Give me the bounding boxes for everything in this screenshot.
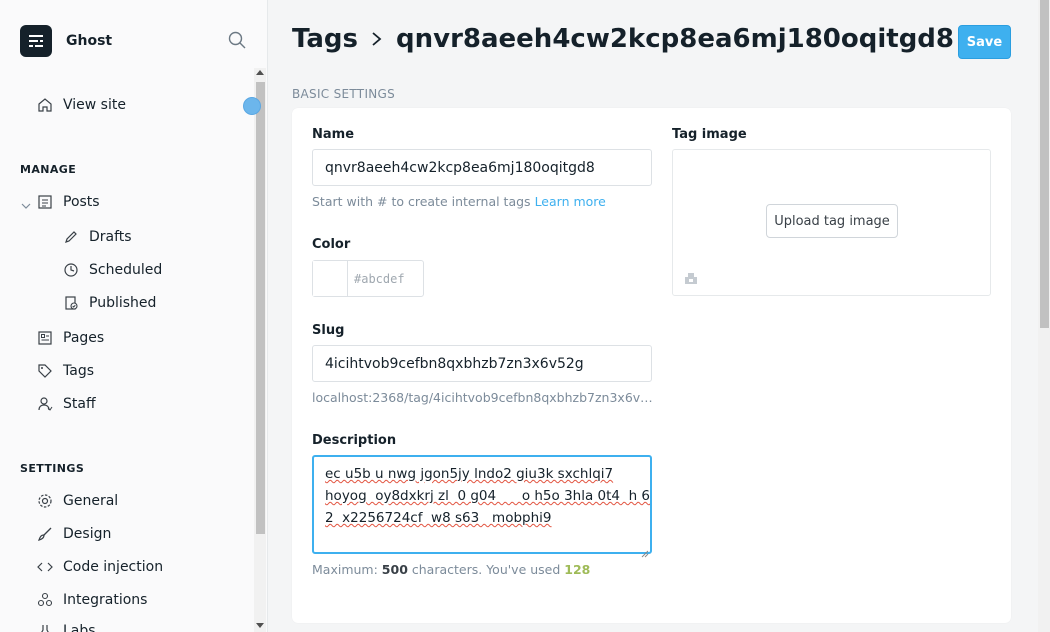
tag-image-label: Tag image xyxy=(672,127,747,142)
pages-icon xyxy=(36,329,54,347)
sidebar-item-posts[interactable]: Posts xyxy=(36,193,100,211)
name-label: Name xyxy=(312,127,355,142)
code-icon xyxy=(36,558,54,576)
sidebar-item-label: Scheduled xyxy=(89,262,163,278)
description-label: Description xyxy=(312,433,397,448)
sidebar-item-label: Tags xyxy=(63,363,94,379)
sidebar-item-integrations[interactable]: Integrations xyxy=(36,591,147,609)
description-counter: Maximum: 500 characters. You've used 128 xyxy=(312,562,590,577)
name-hint-text: Start with # to create internal tags xyxy=(312,194,531,209)
staff-icon xyxy=(36,395,54,413)
clock-icon xyxy=(62,261,80,279)
settings-section-label: SETTINGS xyxy=(20,462,85,475)
description-textarea[interactable]: ec u5b u nwg jgon5jy lndo2 giu3k sxchlqi… xyxy=(312,455,652,558)
sidebar-item-label: Staff xyxy=(63,396,96,412)
sidebar-item-label: Integrations xyxy=(63,592,148,608)
learn-more-link[interactable]: Learn more xyxy=(535,194,606,209)
sidebar-item-label: General xyxy=(63,493,119,509)
gear-icon xyxy=(36,492,54,510)
ghost-logo-icon xyxy=(20,25,52,57)
sidebar-item-label: Design xyxy=(63,526,112,542)
pencil-icon xyxy=(62,228,80,246)
sidebar-item-label: Code injection xyxy=(63,559,164,575)
brush-icon xyxy=(36,525,54,543)
sidebar-item-view-site[interactable]: View site xyxy=(36,96,126,114)
main-content: Tags qnvr8aeeh4cw2kcp8ea6mj180oqitgd8 Sa… xyxy=(268,0,1038,632)
upload-tag-image-button[interactable]: Upload tag image xyxy=(766,204,898,238)
sidebar-item-label: Posts xyxy=(63,194,100,210)
sidebar-scrollbar[interactable] xyxy=(254,68,266,632)
tag-image-dropzone[interactable]: Upload tag image xyxy=(672,149,991,296)
sidebar-item-drafts[interactable]: Drafts xyxy=(62,228,132,246)
name-hint: Start with # to create internal tags Lea… xyxy=(312,194,606,209)
counter-max: 500 xyxy=(381,562,408,577)
page-scrollbar[interactable] xyxy=(1038,0,1050,632)
image-placeholder-icon xyxy=(684,270,698,284)
scroll-up-arrow-icon[interactable] xyxy=(256,70,264,75)
brand[interactable]: Ghost xyxy=(20,25,112,57)
description-line: hoyog oy8dxkrj zl 0 g04 o h5o 3hla 0t4 h… xyxy=(325,488,651,504)
color-input[interactable]: #abcdef xyxy=(348,261,423,296)
description-line: ec u5b u nwg jgon5jy lndo2 giu3k sxchlqi… xyxy=(325,466,614,482)
sidebar-item-design[interactable]: Design xyxy=(36,525,111,543)
name-input[interactable]: qnvr8aeeh4cw2kcp8ea6mj180oqitgd8 xyxy=(312,149,652,186)
breadcrumb: Tags qnvr8aeeh4cw2kcp8ea6mj180oqitgd8 xyxy=(292,24,954,54)
tag-icon xyxy=(36,362,54,380)
section-title: BASIC SETTINGS xyxy=(292,87,396,101)
slug-input[interactable]: 4icihtvob9cefbn8qxbhzb7zn3x6v52g xyxy=(312,345,652,382)
slug-label: Slug xyxy=(312,323,345,338)
sidebar-item-pages[interactable]: Pages xyxy=(36,329,104,347)
sidebar-item-label: Labs xyxy=(63,623,96,632)
search-icon[interactable] xyxy=(228,31,246,49)
save-button[interactable]: Save xyxy=(958,25,1011,59)
counter-prefix: Maximum: xyxy=(312,562,378,577)
resize-handle[interactable] xyxy=(243,97,261,115)
sidebar-item-published[interactable]: Published xyxy=(62,294,156,312)
published-icon xyxy=(62,294,80,312)
slug-url: localhost:2368/tag/4icihtvob9cefbn8qxbhz… xyxy=(312,390,652,405)
sidebar-item-label: View site xyxy=(63,97,126,113)
sidebar-item-staff[interactable]: Staff xyxy=(36,395,96,413)
sidebar-item-label: Published xyxy=(89,295,157,311)
description-line: 2 x2256724cf w8 s63 mobphi9 xyxy=(325,510,552,526)
integrations-icon xyxy=(36,591,54,609)
resize-grip-icon[interactable] xyxy=(641,543,649,558)
sidebar-item-scheduled[interactable]: Scheduled xyxy=(62,261,162,279)
brand-name: Ghost xyxy=(66,33,113,49)
sidebar-item-tags[interactable]: Tags xyxy=(36,362,94,380)
chevron-right-icon xyxy=(370,29,384,49)
sidebar-item-general[interactable]: General xyxy=(36,492,118,510)
manage-section-label: MANAGE xyxy=(20,163,77,176)
sidebar-item-label: Pages xyxy=(63,330,105,346)
labs-icon xyxy=(36,622,54,632)
color-field[interactable]: #abcdef xyxy=(312,260,424,297)
sidebar-item-code-injection[interactable]: Code injection xyxy=(36,558,163,576)
basic-settings-card: Name qnvr8aeeh4cw2kcp8ea6mj180oqitgd8 St… xyxy=(292,108,1011,623)
breadcrumb-tags-link[interactable]: Tags xyxy=(292,24,358,54)
posts-icon xyxy=(36,193,54,211)
chevron-down-icon[interactable] xyxy=(20,197,32,216)
color-swatch[interactable] xyxy=(313,261,348,296)
sidebar-item-label: Drafts xyxy=(89,229,132,245)
scroll-down-arrow-icon[interactable] xyxy=(256,623,264,628)
counter-mid: characters. You've used xyxy=(411,562,561,577)
counter-used: 128 xyxy=(564,562,591,577)
sidebar-scroll-thumb[interactable] xyxy=(256,82,265,534)
color-label: Color xyxy=(312,237,351,252)
sidebar: Ghost View site MANAGE Posts Drafts Sche… xyxy=(0,0,268,632)
home-icon xyxy=(36,96,54,114)
page-scroll-thumb[interactable] xyxy=(1040,0,1049,328)
page-title: qnvr8aeeh4cw2kcp8ea6mj180oqitgd8 xyxy=(396,24,955,54)
sidebar-item-labs[interactable]: Labs xyxy=(36,622,96,632)
